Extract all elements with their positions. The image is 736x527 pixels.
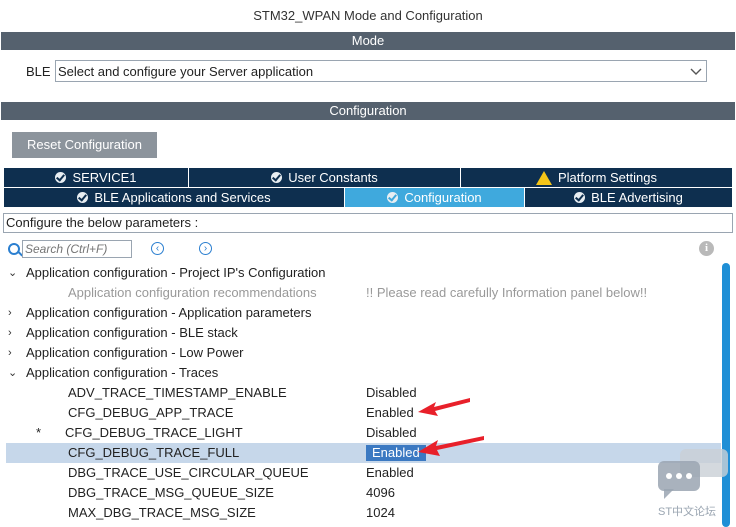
expanded-arrow-icon[interactable]: ⌄ [8,363,17,383]
tree-row-name: ADV_TRACE_TIMESTAMP_ENABLE [68,385,287,400]
window-title: STM32_WPAN Mode and Configuration [0,0,736,32]
tree-row-name: DBG_TRACE_USE_CIRCULAR_QUEUE [68,465,309,480]
tree-row-value[interactable]: 4096 [366,483,395,503]
tree-row-name: Application configuration - Project IP's… [26,265,326,280]
tree-row-name: Application configuration - Application … [26,305,312,320]
ble-select[interactable]: Select and configure your Server applica… [55,60,707,82]
tab-row-1: SERVICE1 User Constants Platform Setting… [4,168,732,187]
tree-row[interactable]: MAX_DBG_TRACE_MSG_SIZE 1024 [0,503,736,523]
ble-select-value: Select and configure your Server applica… [58,64,314,79]
params-label: Configure the below parameters : [3,213,733,233]
tab-platform-settings[interactable]: Platform Settings [461,168,732,187]
reset-configuration-button[interactable]: Reset Configuration [12,132,157,158]
tree-row[interactable]: ⌄ Application configuration - Project IP… [0,263,736,283]
collapsed-arrow-icon[interactable]: › [8,343,12,363]
check-icon [387,192,399,203]
tab-label: BLE Advertising [591,190,683,205]
tab-row-2: BLE Applications and Services Configurat… [4,188,732,207]
tree-row-name: CFG_DEBUG_TRACE_LIGHT [65,425,243,440]
tab-service1[interactable]: SERVICE1 [4,168,189,187]
tab-label: User Constants [288,170,378,185]
mode-band: Mode [1,32,735,50]
chevron-down-icon [690,68,702,75]
tab-configuration[interactable]: Configuration [345,188,525,207]
tree-row-name: CFG_DEBUG_TRACE_FULL [68,445,240,460]
arrow-right-icon[interactable]: › [199,242,212,255]
tree-row-name: CFG_DEBUG_APP_TRACE [68,405,234,420]
tree-row[interactable]: * CFG_DEBUG_TRACE_LIGHT Disabled [0,423,736,443]
tree-row[interactable]: DBG_TRACE_USE_CIRCULAR_QUEUE Enabled [0,463,736,483]
ble-row: BLE Select and configure your Server app… [0,59,736,85]
tree-row[interactable]: › Application configuration - Applicatio… [0,303,736,323]
ble-label: BLE [26,64,51,79]
tab-user-constants[interactable]: User Constants [189,168,461,187]
tree-row[interactable]: Application configuration recommendation… [0,283,736,303]
tab-ble-applications-and-services[interactable]: BLE Applications and Services [4,188,345,207]
collapsed-arrow-icon[interactable]: › [8,303,12,323]
check-icon [271,172,283,183]
check-icon [77,192,89,203]
tree-row-value[interactable]: Disabled [366,423,417,443]
collapsed-arrow-icon[interactable]: › [8,323,12,343]
tree-row-value[interactable]: Enabled [366,463,414,483]
warning-icon [536,170,552,185]
tree-row-name: Application configuration - Low Power [26,345,244,360]
check-icon [55,172,67,183]
arrow-left-icon[interactable]: ‹ [151,242,164,255]
tab-label: BLE Applications and Services [94,190,271,205]
tree-row-selected[interactable]: CFG_DEBUG_TRACE_FULL Enabled [6,443,721,463]
tree-row-name: Application configuration - Traces [26,365,219,380]
tree-row-value: !! Please read carefully Information pan… [366,285,648,300]
tree-row[interactable]: CFG_DEBUG_APP_TRACE Enabled [0,403,736,423]
tree-row[interactable]: › Application configuration - BLE stack [0,323,736,343]
tree-row-value[interactable]: Enabled [366,403,414,423]
check-icon [574,192,586,203]
tab-label: Configuration [404,190,482,205]
info-icon[interactable]: i [699,241,714,256]
tree-row-value[interactable]: 1024 [366,503,395,523]
search-row: ‹ › [0,239,736,261]
tree-row-name: Application configuration recommendation… [68,285,317,300]
tab-ble-advertising[interactable]: BLE Advertising [525,188,732,207]
search-input[interactable] [22,240,132,258]
watermark-text: ST中文论坛 [658,506,717,518]
tab-label: SERVICE1 [72,170,137,185]
tree-row[interactable]: ⌄ Application configuration - Traces [0,363,736,383]
tree-row-name: DBG_TRACE_MSG_QUEUE_SIZE [68,485,274,500]
tree-row[interactable]: › Application configuration - Low Power [0,343,736,363]
tree-row-name: Application configuration - BLE stack [26,325,238,340]
search-icon [8,243,20,255]
tree-row-name: MAX_DBG_TRACE_MSG_SIZE [68,505,256,520]
tab-label: Platform Settings [558,170,657,185]
expanded-arrow-icon[interactable]: ⌄ [8,263,17,283]
tree-row[interactable]: ADV_TRACE_TIMESTAMP_ENABLE Disabled [0,383,736,403]
configuration-band: Configuration [1,102,735,120]
red-arrow-annotation-icon [418,398,470,416]
modified-marker: * [36,425,42,440]
tree-row-value[interactable]: Disabled [366,383,417,403]
red-arrow-annotation-icon [418,436,484,456]
tree-row[interactable]: DBG_TRACE_MSG_QUEUE_SIZE 4096 [0,483,736,503]
